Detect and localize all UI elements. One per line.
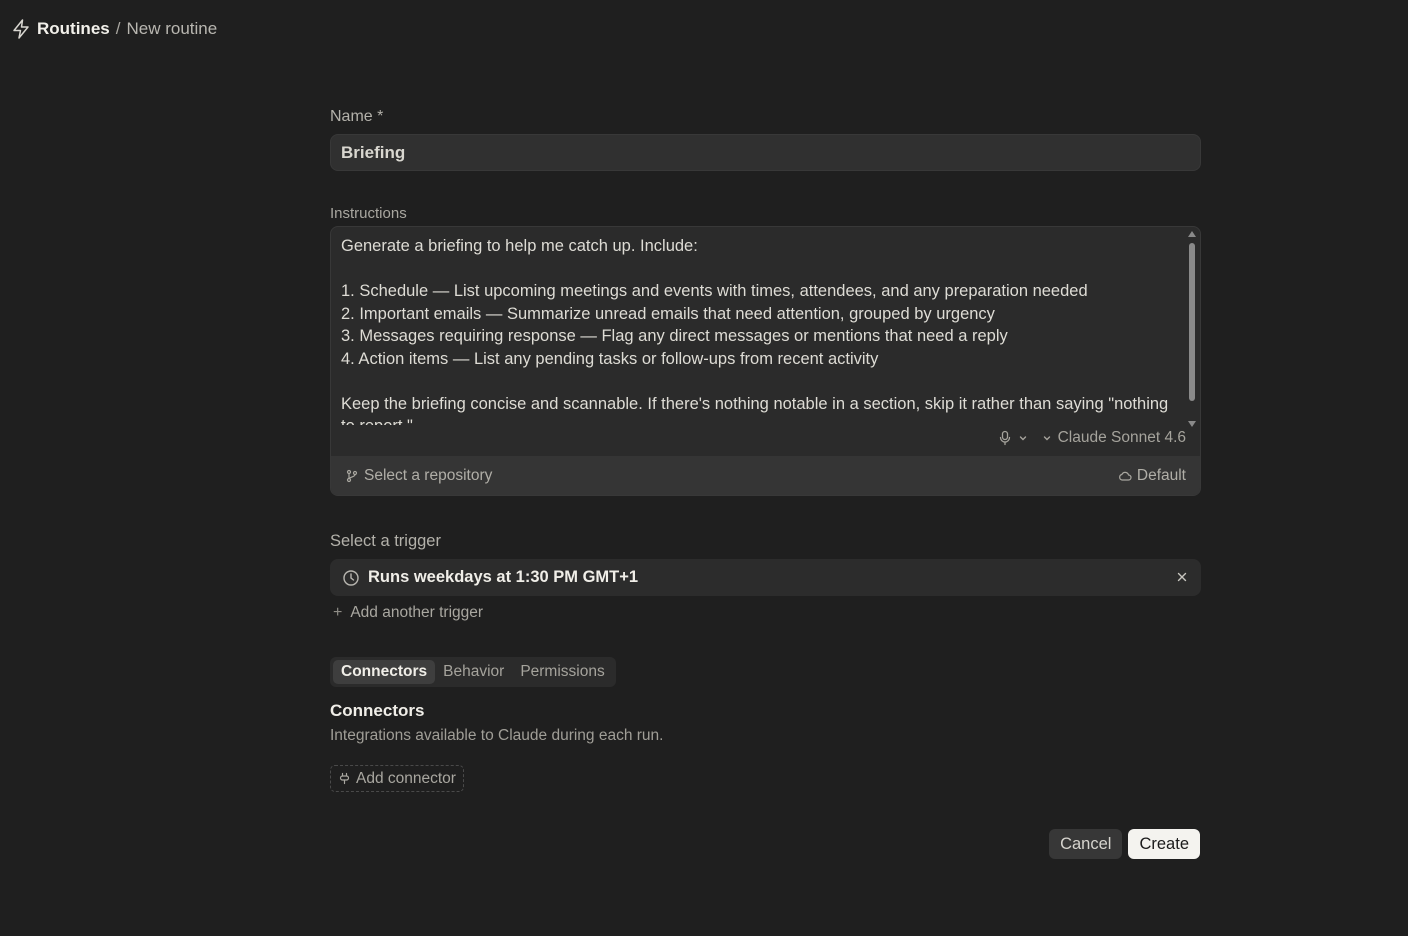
add-trigger-label: Add another trigger: [350, 604, 484, 621]
form-actions: Cancel Create: [1049, 829, 1200, 859]
instructions-toolbar: Claude Sonnet 4.6: [998, 429, 1186, 447]
plus-icon: +: [333, 604, 343, 621]
add-connector-label: Add connector: [356, 769, 456, 787]
breadcrumb-routines-link[interactable]: Routines: [37, 19, 110, 39]
scroll-up-arrow-icon[interactable]: [1188, 231, 1196, 237]
plug-icon: [338, 772, 351, 785]
connectors-heading: Connectors: [330, 701, 425, 720]
breadcrumb-separator: /: [115, 19, 121, 38]
settings-tabs: Connectors Behavior Permissions: [330, 657, 616, 687]
tab-permissions[interactable]: Permissions: [512, 660, 612, 684]
tab-connectors[interactable]: Connectors: [333, 660, 436, 684]
name-input[interactable]: Briefing: [330, 134, 1201, 171]
environment-label: Default: [1136, 466, 1186, 484]
name-label: Name *: [330, 108, 384, 125]
chevron-down-icon[interactable]: [1018, 433, 1028, 443]
remove-trigger-close-icon[interactable]: [1175, 570, 1189, 584]
add-another-trigger-button[interactable]: + Add another trigger: [330, 604, 1201, 622]
routine-form: Name * Briefing Instructions Generate a …: [330, 108, 1201, 792]
cancel-button[interactable]: Cancel: [1049, 829, 1123, 859]
microphone-icon[interactable]: [998, 430, 1012, 446]
cloud-icon: [1118, 469, 1132, 483]
instructions-scrollbar[interactable]: [1186, 229, 1198, 427]
repository-selector[interactable]: Select a repository: [345, 467, 492, 485]
scroll-down-arrow-icon[interactable]: [1188, 421, 1196, 427]
repository-placeholder: Select a repository: [364, 466, 493, 484]
breadcrumb-current: New routine: [126, 19, 218, 38]
lightning-icon: [11, 18, 31, 40]
trigger-item[interactable]: Runs weekdays at 1:30 PM GMT+1: [330, 559, 1201, 596]
trigger-summary: Runs weekdays at 1:30 PM GMT+1: [368, 568, 639, 586]
git-branch-icon: [345, 469, 359, 483]
environment-selector[interactable]: Default: [1118, 467, 1186, 485]
repository-bar: Select a repository Default: [331, 456, 1200, 495]
instructions-box: Generate a briefing to help me catch up.…: [330, 226, 1201, 496]
instructions-textarea[interactable]: Generate a briefing to help me catch up.…: [341, 235, 1178, 425]
create-button[interactable]: Create: [1128, 829, 1200, 859]
clock-icon: [342, 569, 360, 587]
model-chevron-down-icon[interactable]: [1042, 433, 1052, 443]
tab-behavior[interactable]: Behavior: [435, 660, 512, 684]
instructions-label: Instructions: [330, 205, 407, 222]
add-connector-button[interactable]: Add connector: [330, 765, 464, 792]
model-selector[interactable]: Claude Sonnet 4.6: [1058, 429, 1186, 447]
scrollbar-thumb[interactable]: [1189, 243, 1195, 401]
connectors-description: Integrations available to Claude during …: [330, 727, 664, 744]
trigger-label: Select a trigger: [330, 532, 441, 550]
breadcrumb: Routines / New routine: [11, 18, 217, 40]
